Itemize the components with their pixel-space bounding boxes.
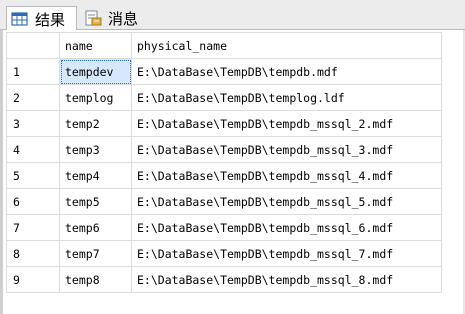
table-row: 2 templog E:\DataBase\TempDB\templog.ldf — [6, 84, 442, 111]
cell-name[interactable]: templog — [59, 84, 132, 111]
cell-physical-name[interactable]: E:\DataBase\TempDB\tempdb_mssql_2.mdf — [131, 110, 442, 137]
table-row: 9 temp8 E:\DataBase\TempDB\tempdb_mssql_… — [6, 266, 442, 293]
table-row: 7 temp6 E:\DataBase\TempDB\tempdb_mssql_… — [6, 214, 442, 241]
table-row: 1 tempdev E:\DataBase\TempDB\tempdb.mdf — [6, 58, 442, 85]
cell-physical-name[interactable]: E:\DataBase\TempDB\tempdb_mssql_3.mdf — [131, 136, 442, 163]
cell-physical-name[interactable]: E:\DataBase\TempDB\tempdb_mssql_5.mdf — [131, 188, 442, 215]
cell-physical-name[interactable]: E:\DataBase\TempDB\tempdb_mssql_4.mdf — [131, 162, 442, 189]
cell-name[interactable]: temp6 — [59, 214, 132, 241]
row-number[interactable]: 7 — [6, 214, 60, 241]
table-row: 6 temp5 E:\DataBase\TempDB\tempdb_mssql_… — [6, 188, 442, 215]
tab-messages-label: 消息 — [108, 10, 139, 28]
cell-physical-name[interactable]: E:\DataBase\TempDB\templog.ldf — [131, 84, 442, 111]
row-number[interactable]: 2 — [6, 84, 60, 111]
tab-results[interactable]: 结果 — [6, 6, 77, 30]
results-grid: name physical_name 1 tempdev E:\DataBase… — [6, 32, 442, 293]
column-header-name[interactable]: name — [59, 32, 132, 59]
table-row: 3 temp2 E:\DataBase\TempDB\tempdb_mssql_… — [6, 110, 442, 137]
grid-icon — [11, 11, 29, 27]
row-header-corner[interactable] — [6, 32, 60, 59]
row-number[interactable]: 6 — [6, 188, 60, 215]
cell-name[interactable]: temp8 — [59, 266, 132, 293]
cell-physical-name[interactable]: E:\DataBase\TempDB\tempdb_mssql_7.mdf — [131, 240, 442, 267]
cell-name[interactable]: temp5 — [59, 188, 132, 215]
cell-name-selected[interactable]: tempdev — [59, 58, 132, 85]
cell-physical-name[interactable]: E:\DataBase\TempDB\tempdb_mssql_8.mdf — [131, 266, 442, 293]
row-number[interactable]: 4 — [6, 136, 60, 163]
cell-name[interactable]: temp2 — [59, 110, 132, 137]
table-row: 4 temp3 E:\DataBase\TempDB\tempdb_mssql_… — [6, 136, 442, 163]
cell-name[interactable]: temp4 — [59, 162, 132, 189]
cell-name[interactable]: temp3 — [59, 136, 132, 163]
results-tab-bar: 结果 消息 — [0, 0, 465, 30]
table-row: 5 temp4 E:\DataBase\TempDB\tempdb_mssql_… — [6, 162, 442, 189]
cell-physical-name[interactable]: E:\DataBase\TempDB\tempdb.mdf — [131, 58, 442, 85]
row-number[interactable]: 3 — [6, 110, 60, 137]
table-row: 8 temp7 E:\DataBase\TempDB\tempdb_mssql_… — [6, 240, 442, 267]
row-number[interactable]: 9 — [6, 266, 60, 293]
row-number[interactable]: 5 — [6, 162, 60, 189]
cell-name[interactable]: temp7 — [59, 240, 132, 267]
column-header-physical-name[interactable]: physical_name — [131, 32, 442, 59]
message-icon — [84, 10, 102, 26]
cell-physical-name[interactable]: E:\DataBase\TempDB\tempdb_mssql_6.mdf — [131, 214, 442, 241]
results-grid-panel: name physical_name 1 tempdev E:\DataBase… — [0, 30, 465, 314]
row-number[interactable]: 8 — [6, 240, 60, 267]
row-number[interactable]: 1 — [6, 58, 60, 85]
grid-header-row: name physical_name — [6, 32, 442, 59]
tab-messages[interactable]: 消息 — [80, 6, 146, 30]
tab-results-label: 结果 — [35, 10, 66, 29]
